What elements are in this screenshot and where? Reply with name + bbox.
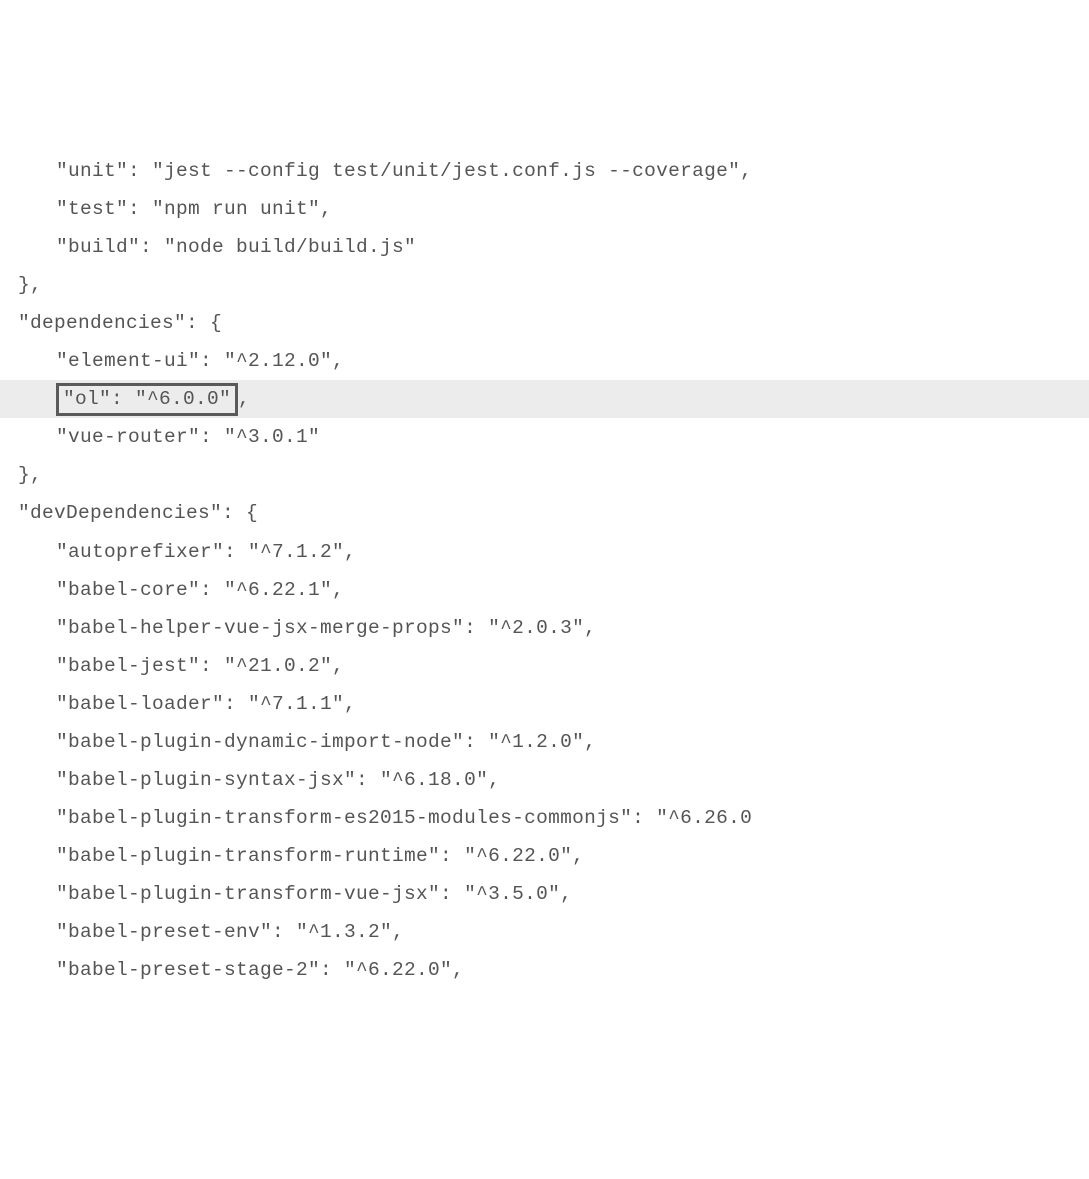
code-text: }, [18,274,42,296]
code-line: "babel-plugin-dynamic-import-node": "^1.… [0,723,1089,761]
code-text: "element-ui": "^2.12.0", [56,350,344,372]
code-text: "autoprefixer": "^7.1.2", [56,541,356,563]
code-text: "babel-loader": "^7.1.1", [56,693,356,715]
code-text: "test": "npm run unit", [56,198,332,220]
code-text: "babel-jest": "^21.0.2", [56,655,344,677]
code-text: "babel-plugin-transform-runtime": "^6.22… [56,845,584,867]
code-text: "vue-router": "^3.0.1" [56,426,320,448]
code-line: "ol": "^6.0.0", [0,380,1089,418]
code-line: "babel-plugin-transform-es2015-modules-c… [0,799,1089,837]
code-text: "babel-preset-stage-2": "^6.22.0", [56,959,464,981]
code-text: }, [18,464,42,486]
code-line: "autoprefixer": "^7.1.2", [0,533,1089,571]
code-line: "babel-plugin-transform-vue-jsx": "^3.5.… [0,875,1089,913]
code-line: "devDependencies": { [0,494,1089,532]
code-line: }, [0,266,1089,304]
code-text: "babel-plugin-transform-vue-jsx": "^3.5.… [56,883,572,905]
code-text: "unit": "jest --config test/unit/jest.co… [56,160,752,182]
code-text: , [238,388,250,410]
code-line: "babel-core": "^6.22.1", [0,571,1089,609]
code-line: "babel-helper-vue-jsx-merge-props": "^2.… [0,609,1089,647]
code-line: "dependencies": { [0,304,1089,342]
code-line: "babel-preset-env": "^1.3.2", [0,913,1089,951]
code-line: "babel-jest": "^21.0.2", [0,647,1089,685]
code-text: "babel-plugin-dynamic-import-node": "^1.… [56,731,596,753]
code-text: "babel-core": "^6.22.1", [56,579,344,601]
code-line: "test": "npm run unit", [0,190,1089,228]
code-line: "element-ui": "^2.12.0", [0,342,1089,380]
code-block: "unit": "jest --config test/unit/jest.co… [0,152,1089,989]
code-line: "babel-plugin-transform-runtime": "^6.22… [0,837,1089,875]
code-line: "babel-plugin-syntax-jsx": "^6.18.0", [0,761,1089,799]
code-line: "babel-preset-stage-2": "^6.22.0", [0,951,1089,989]
highlighted-dependency: "ol": "^6.0.0" [56,383,238,416]
code-text: "devDependencies": { [18,502,258,524]
code-text: "babel-plugin-syntax-jsx": "^6.18.0", [56,769,500,791]
code-line: "unit": "jest --config test/unit/jest.co… [0,152,1089,190]
code-text: "build": "node build/build.js" [56,236,416,258]
code-line: "babel-loader": "^7.1.1", [0,685,1089,723]
code-text: "babel-plugin-transform-es2015-modules-c… [56,807,752,829]
code-line: }, [0,456,1089,494]
code-text: "babel-helper-vue-jsx-merge-props": "^2.… [56,617,596,639]
code-line: "build": "node build/build.js" [0,228,1089,266]
code-line: "vue-router": "^3.0.1" [0,418,1089,456]
code-text: "babel-preset-env": "^1.3.2", [56,921,404,943]
code-text: "dependencies": { [18,312,222,334]
